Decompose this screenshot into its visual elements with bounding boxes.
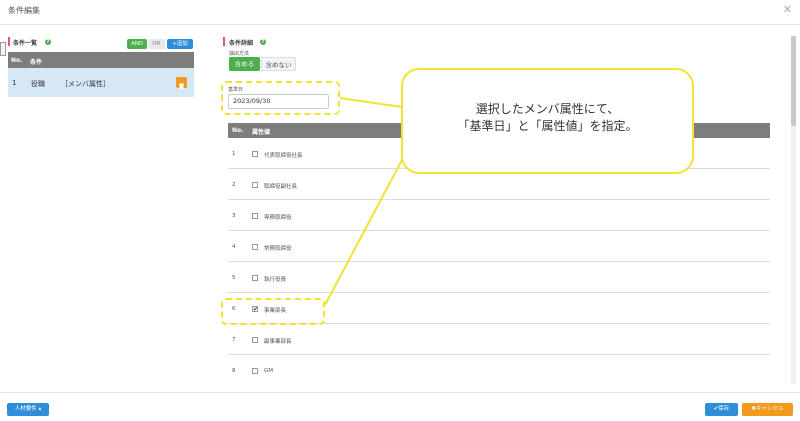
footer-divider xyxy=(0,392,800,393)
cancel-button[interactable]: ✖キャンセル xyxy=(742,403,793,416)
callout-line-2: 「基準日」と「属性値」を指定。 xyxy=(457,119,638,133)
annotation-callout: 選択したメンバ属性にて、 「基準日」と「属性値」を指定。 xyxy=(401,68,694,174)
save-button[interactable]: ✔保存 xyxy=(705,403,738,416)
callout-line-1: 選択したメンバ属性にて、 xyxy=(475,102,620,116)
hr-requirements-button[interactable]: 人材要件 ▴ xyxy=(7,403,49,416)
callout-pointer-lines xyxy=(324,97,403,306)
